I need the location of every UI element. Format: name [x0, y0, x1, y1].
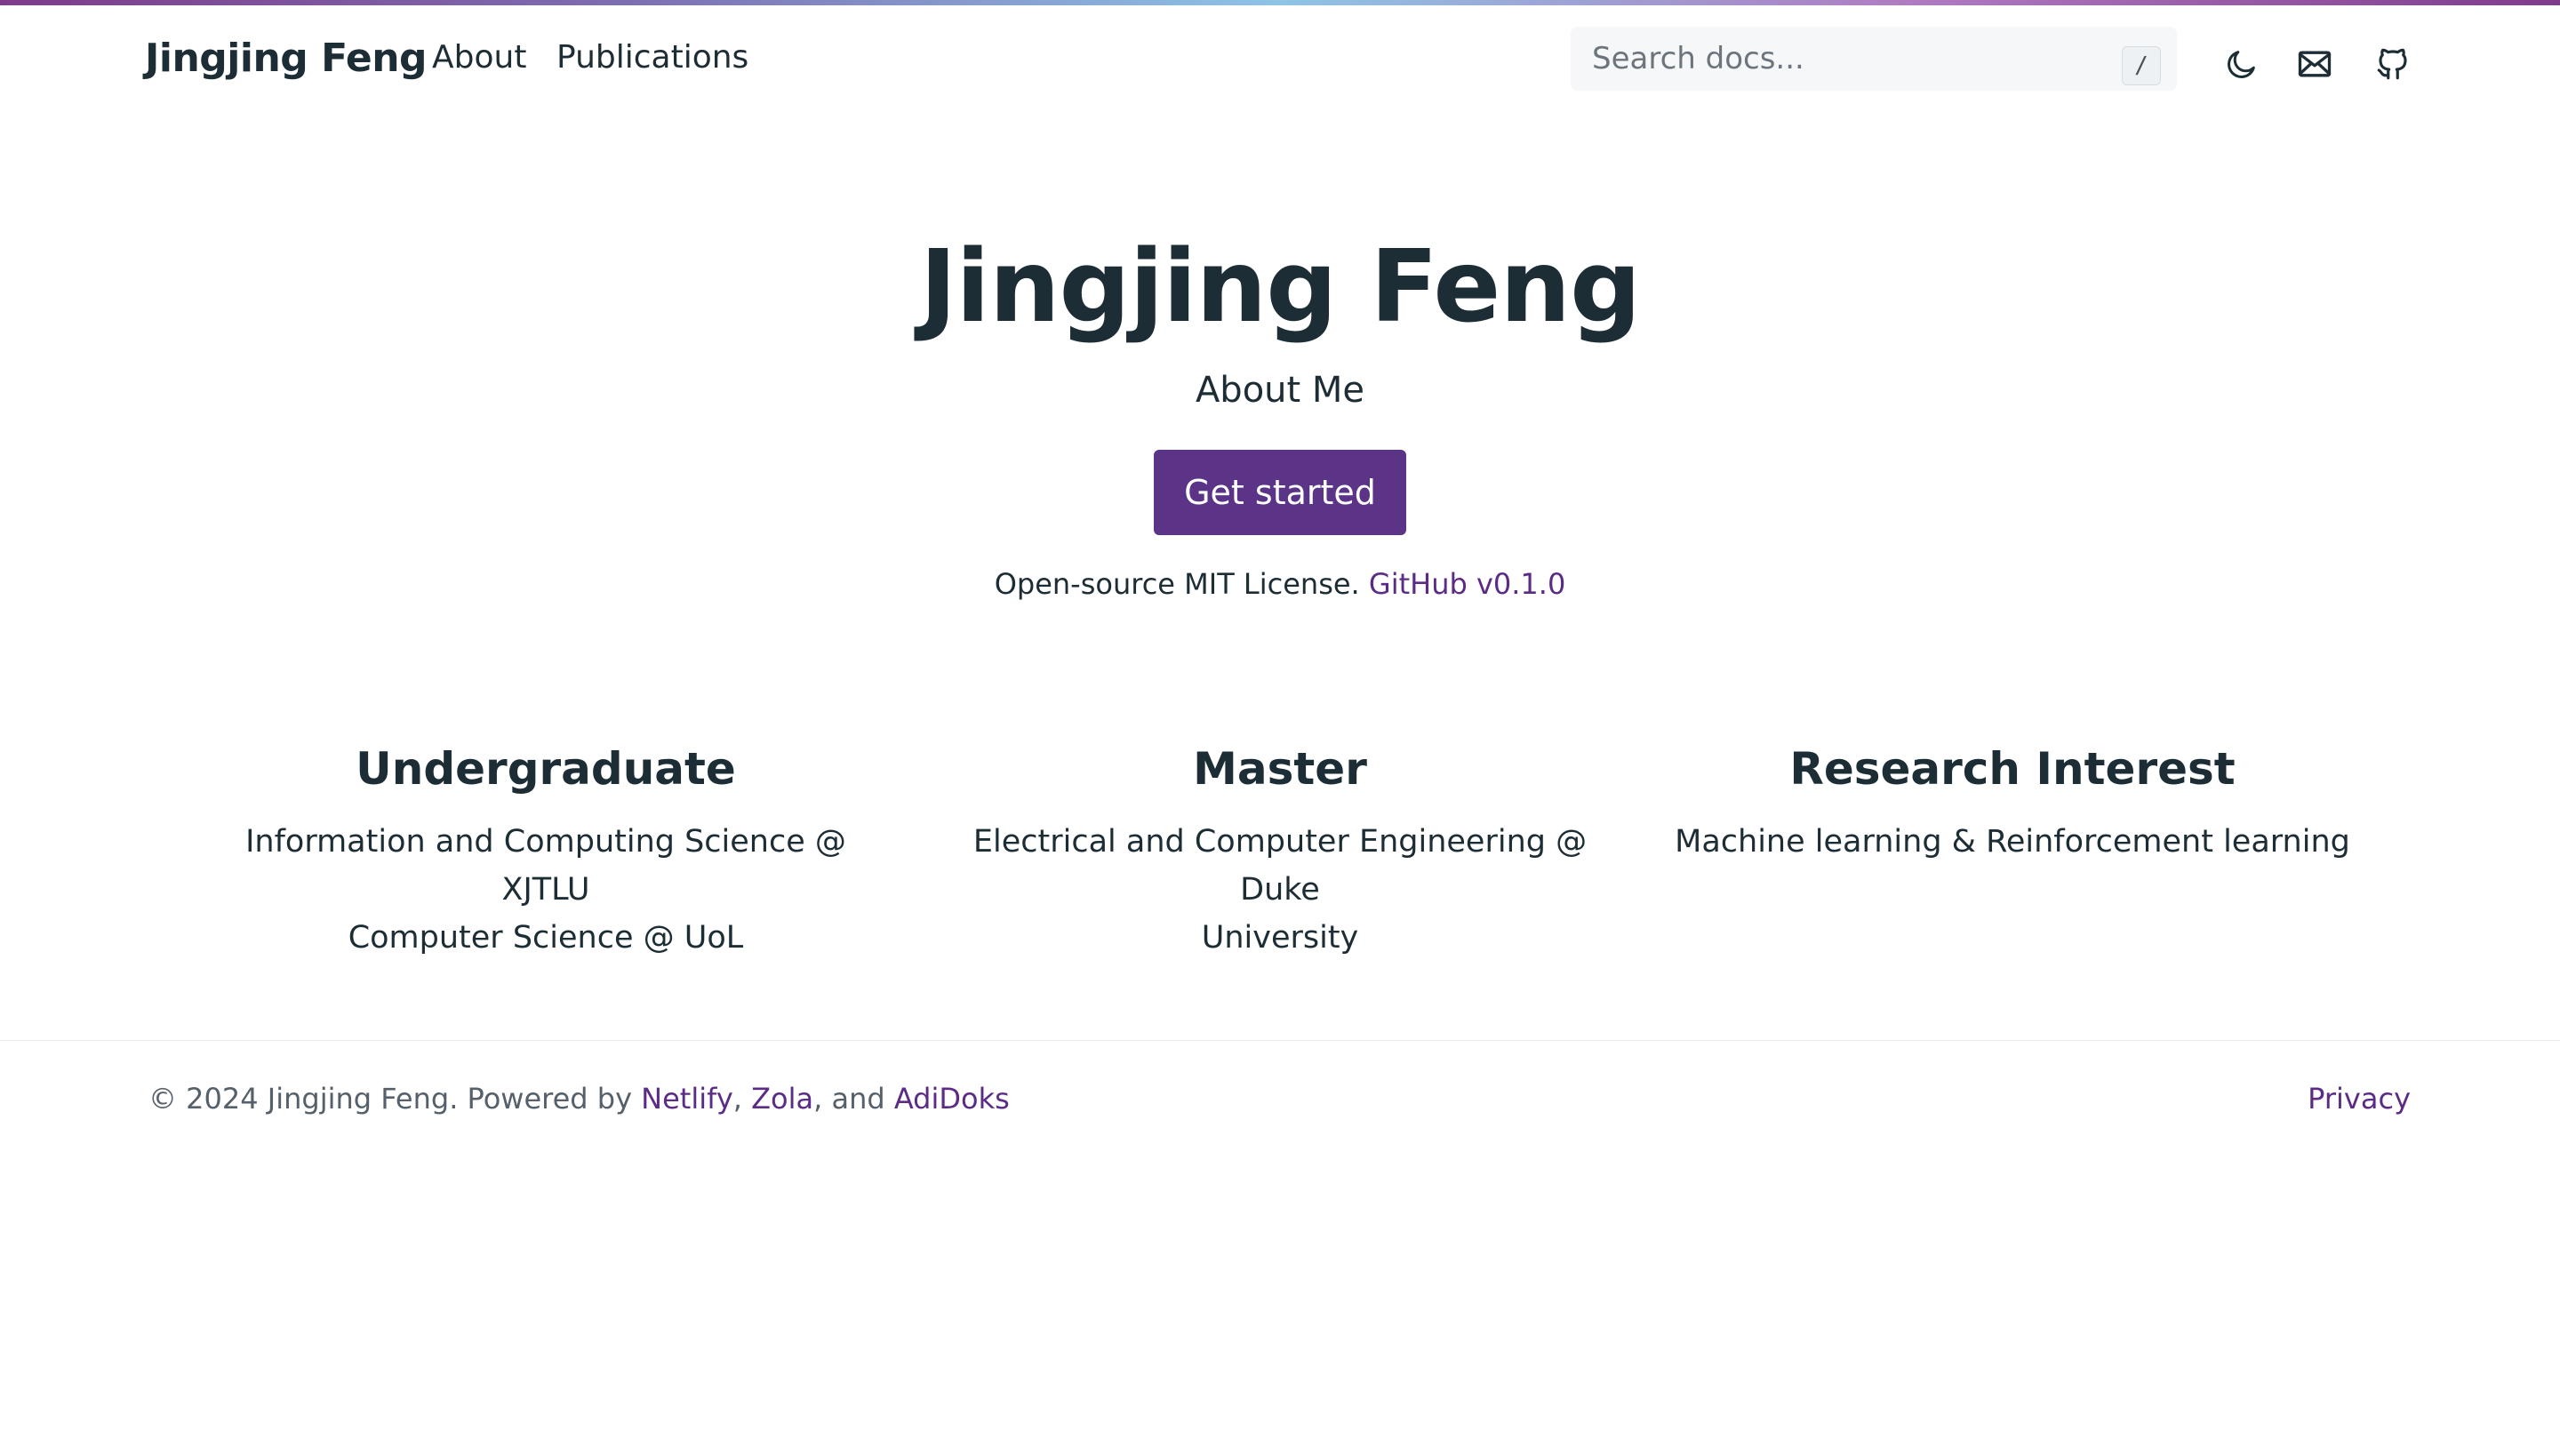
- feature-line: Computer Science @ UoL: [348, 920, 744, 956]
- mail-button[interactable]: [2292, 41, 2338, 87]
- feature-text: Electrical and Computer Engineering @ Du…: [942, 818, 1618, 962]
- github-version-link[interactable]: GitHub v0.1.0: [1369, 567, 1565, 601]
- nav-publications[interactable]: Publications: [556, 39, 748, 76]
- feature-title: Undergraduate: [356, 743, 736, 795]
- site-header: Jingjing Feng About Publications /: [0, 5, 2560, 112]
- footer-credits: © 2024 Jingjing Feng. Powered by Netlify…: [148, 1082, 1010, 1116]
- netlify-link[interactable]: Netlify: [641, 1082, 733, 1116]
- feature-research-interest: Research Interest Machine learning & Rei…: [1675, 743, 2350, 866]
- license-text: Open-source MIT License.: [994, 567, 1360, 601]
- features-section: Undergraduate Information and Computing …: [0, 743, 2560, 956]
- search-input[interactable]: [1571, 27, 2177, 91]
- feature-title: Master: [1193, 743, 1367, 795]
- hero-subtitle: About Me: [1195, 370, 1365, 411]
- footer-separator: , and: [813, 1082, 885, 1116]
- nav-about[interactable]: About: [432, 39, 526, 76]
- copyright-text: © 2024 Jingjing Feng. Powered by: [148, 1082, 632, 1116]
- site-footer: © 2024 Jingjing Feng. Powered by Netlify…: [0, 1040, 2560, 1147]
- search-box: /: [1571, 27, 2177, 91]
- zola-link[interactable]: Zola: [751, 1082, 813, 1116]
- github-button[interactable]: [2370, 41, 2416, 87]
- brand-link[interactable]: Jingjing Feng: [145, 36, 428, 81]
- github-icon: [2377, 48, 2407, 80]
- feature-line: University: [1201, 920, 1359, 956]
- feature-title: Research Interest: [1789, 743, 2236, 795]
- footer-separator: ,: [732, 1082, 742, 1116]
- moon-icon: [2228, 51, 2255, 78]
- feature-master: Master Electrical and Computer Engineeri…: [942, 743, 1618, 962]
- license-line: Open-source MIT License. GitHub v0.1.0: [0, 567, 2560, 601]
- adidoks-link[interactable]: AdiDoks: [894, 1082, 1010, 1116]
- feature-line: Machine learning & Reinforcement learnin…: [1675, 824, 2350, 860]
- mail-icon: [2298, 51, 2332, 77]
- feature-text: Information and Computing Science @ XJTL…: [208, 818, 884, 962]
- theme-toggle-button[interactable]: [2219, 41, 2265, 87]
- get-started-button[interactable]: Get started: [1154, 450, 1406, 535]
- privacy-link[interactable]: Privacy: [2308, 1082, 2411, 1116]
- feature-undergraduate: Undergraduate Information and Computing …: [208, 743, 884, 962]
- footer-right: Privacy: [2308, 1082, 2411, 1116]
- feature-line: Electrical and Computer Engineering @ Du…: [972, 824, 1588, 908]
- search-shortcut-key: /: [2122, 46, 2161, 85]
- hero-title: Jingjing Feng: [919, 229, 1641, 345]
- feature-text: Machine learning & Reinforcement learnin…: [1675, 818, 2350, 866]
- feature-line: Information and Computing Science @ XJTL…: [245, 824, 846, 908]
